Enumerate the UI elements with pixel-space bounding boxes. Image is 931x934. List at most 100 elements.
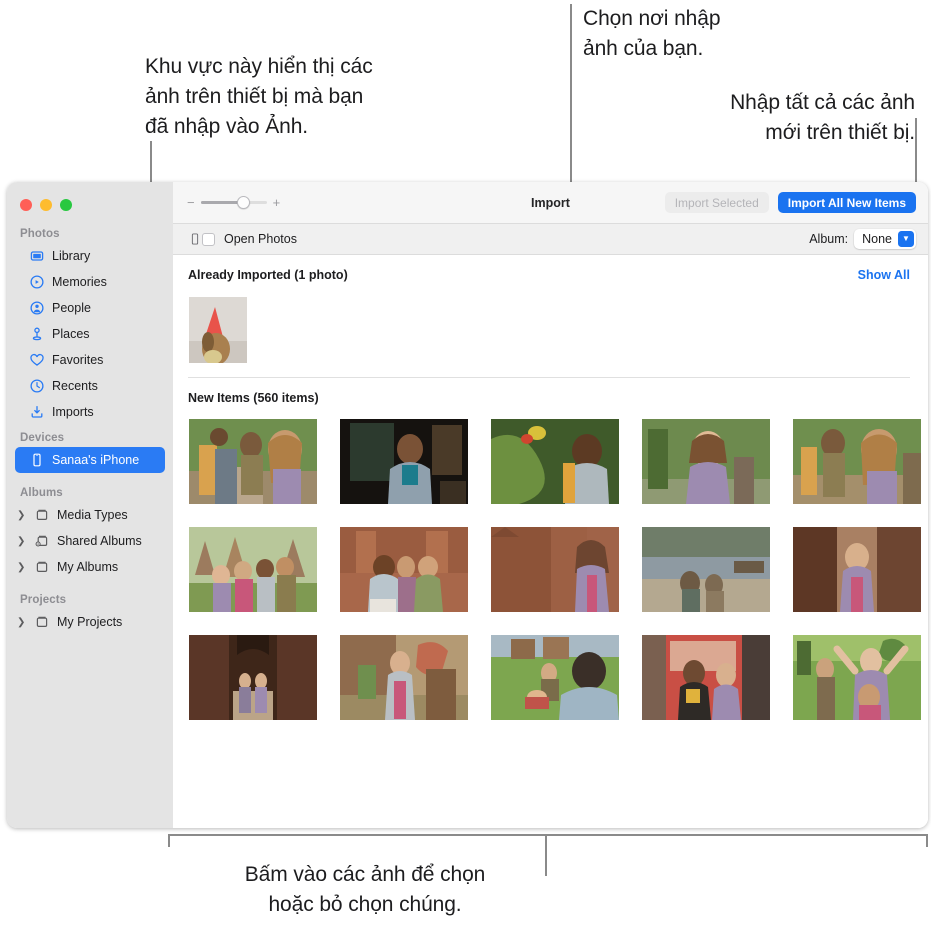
open-photos-label: Open Photos [224, 232, 297, 246]
memories-icon [29, 274, 45, 290]
photo-thumbnail[interactable] [491, 419, 619, 504]
photo-thumbnail[interactable] [189, 297, 247, 363]
photo-thumbnail[interactable] [189, 527, 317, 612]
close-button[interactable] [20, 199, 32, 211]
sidebar-item-label: My Projects [57, 615, 123, 629]
already-imported-title: Already Imported (1 photo) [188, 268, 348, 282]
window-traffic-lights [7, 188, 173, 211]
already-imported-header: Already Imported (1 photo) Show All [173, 255, 928, 282]
sidebar-item-label: Sanaa's iPhone [52, 453, 140, 467]
photo-thumbnail[interactable] [340, 419, 468, 504]
album-picker-group: Album: None ▼ [809, 229, 916, 249]
annotation-bottom-text: Bấm vào các ảnh để chọn hoặc bỏ chọn chú… [244, 863, 486, 916]
sidebar-item-media-types[interactable]: ❯ Media Types [15, 502, 165, 528]
sidebar-item-label: Library [52, 249, 91, 263]
iphone-icon [29, 452, 45, 468]
open-photos-checkbox[interactable] [202, 232, 215, 246]
toolbar: − + Import Import Selected Import All Ne… [173, 182, 928, 224]
chevron-right-icon[interactable]: ❯ [17, 510, 26, 521]
leader-line-bottom [545, 834, 547, 876]
photo-thumbnail[interactable] [642, 527, 770, 612]
album-icon [34, 559, 50, 575]
import-icon [29, 404, 45, 420]
already-imported-thumbnails [173, 282, 928, 377]
sidebar-section-photos-title: Photos [20, 228, 60, 240]
sidebar-item-label: Shared Albums [57, 534, 142, 548]
sidebar-item-recents[interactable]: Recents [15, 373, 165, 399]
sidebar-item-sanaas-iphone[interactable]: Sanaa's iPhone [15, 447, 165, 473]
sidebar-item-label: Imports [52, 405, 94, 419]
sidebar-item-places[interactable]: Places [15, 321, 165, 347]
album-icon [34, 507, 50, 523]
sidebar-item-label: Places [52, 327, 90, 341]
sidebar-item-label: Recents [52, 379, 98, 393]
sidebar-item-label: Memories [52, 275, 107, 289]
people-icon [29, 300, 45, 316]
photo-thumbnail[interactable] [793, 527, 921, 612]
annotation-mid-right-text: Nhập tất cả các ảnh mới trên thiết bị. [730, 91, 915, 144]
zoom-slider-track[interactable] [200, 195, 267, 209]
photo-thumbnail[interactable] [340, 635, 468, 720]
chevron-down-icon[interactable]: ▼ [898, 231, 914, 247]
heart-icon [29, 352, 45, 368]
zoom-slider[interactable]: − + [187, 195, 281, 209]
sidebar-section-albums-title: Albums [20, 487, 63, 499]
sidebar-item-shared-albums[interactable]: ❯ Shared Albums [15, 528, 165, 554]
sidebar-item-favorites[interactable]: Favorites [15, 347, 165, 373]
sidebar-section-devices-title: Devices [20, 432, 65, 444]
album-label: Album: [809, 232, 849, 246]
import-options-bar: Open Photos Album: None ▼ [173, 224, 928, 255]
sidebar-section-projects-title: Projects [20, 594, 67, 606]
sidebar-item-library[interactable]: Library [15, 243, 165, 269]
screenshot-root: Khu vực này hiển thị các ảnh trên thiết … [0, 0, 931, 934]
sidebar: Photos Library Memories People Places Fa… [7, 182, 173, 828]
annotation-top-right-text: Chọn nơi nhập ảnh của bạn. [583, 7, 721, 60]
annotation-left-text: Khu vực này hiển thị các ảnh trên thiết … [145, 55, 373, 138]
shared-album-icon [34, 533, 50, 549]
sidebar-item-label: Favorites [52, 353, 104, 367]
sidebar-item-label: My Albums [57, 560, 119, 574]
new-items-title: New Items (560 items) [188, 391, 319, 405]
sidebar-item-imports[interactable]: Imports [15, 399, 165, 425]
import-all-new-items-button[interactable]: Import All New Items [777, 192, 916, 213]
chevron-right-icon[interactable]: ❯ [17, 536, 26, 547]
import-selected-button[interactable]: Import Selected [664, 192, 769, 213]
photo-thumbnail[interactable] [189, 635, 317, 720]
main-area: − + Import Import Selected Import All Ne… [173, 182, 928, 828]
photo-thumbnail[interactable] [340, 527, 468, 612]
sidebar-item-people[interactable]: People [15, 295, 165, 321]
photo-thumbnail[interactable] [642, 419, 770, 504]
sidebar-item-label: People [52, 301, 91, 315]
photo-thumbnail[interactable] [491, 635, 619, 720]
sidebar-item-my-albums[interactable]: ❯ My Albums [15, 554, 165, 580]
new-items-grid[interactable] [173, 405, 928, 720]
photo-thumbnail[interactable] [642, 635, 770, 720]
iphone-icon [188, 231, 202, 247]
sidebar-item-memories[interactable]: Memories [15, 269, 165, 295]
album-icon [34, 614, 50, 630]
photo-thumbnail[interactable] [793, 635, 921, 720]
library-icon [29, 248, 45, 264]
album-select[interactable]: None ▼ [854, 229, 916, 249]
import-content[interactable]: Already Imported (1 photo) Show All New … [173, 255, 928, 828]
places-icon [29, 326, 45, 342]
minimize-button[interactable] [40, 199, 52, 211]
album-select-value: None [862, 232, 892, 246]
photo-thumbnail[interactable] [189, 419, 317, 504]
photo-thumbnail[interactable] [491, 527, 619, 612]
zoom-button[interactable] [60, 199, 72, 211]
toolbar-buttons: Import Selected Import All New Items [664, 192, 916, 213]
chevron-right-icon[interactable]: ❯ [17, 617, 26, 628]
zoom-slider-knob[interactable] [236, 195, 250, 209]
sidebar-item-my-projects[interactable]: ❯ My Projects [15, 609, 165, 635]
chevron-right-icon[interactable]: ❯ [17, 562, 26, 573]
zoom-out-icon[interactable]: − [187, 196, 195, 209]
photo-thumbnail[interactable] [793, 419, 921, 504]
new-items-header: New Items (560 items) [173, 378, 928, 405]
show-all-link[interactable]: Show All [858, 268, 910, 282]
bracket-photo-grid [168, 834, 928, 847]
photos-app-window: Photos Library Memories People Places Fa… [7, 182, 928, 828]
clock-icon [29, 378, 45, 394]
zoom-in-icon[interactable]: + [273, 196, 281, 209]
sidebar-item-label: Media Types [57, 508, 128, 522]
